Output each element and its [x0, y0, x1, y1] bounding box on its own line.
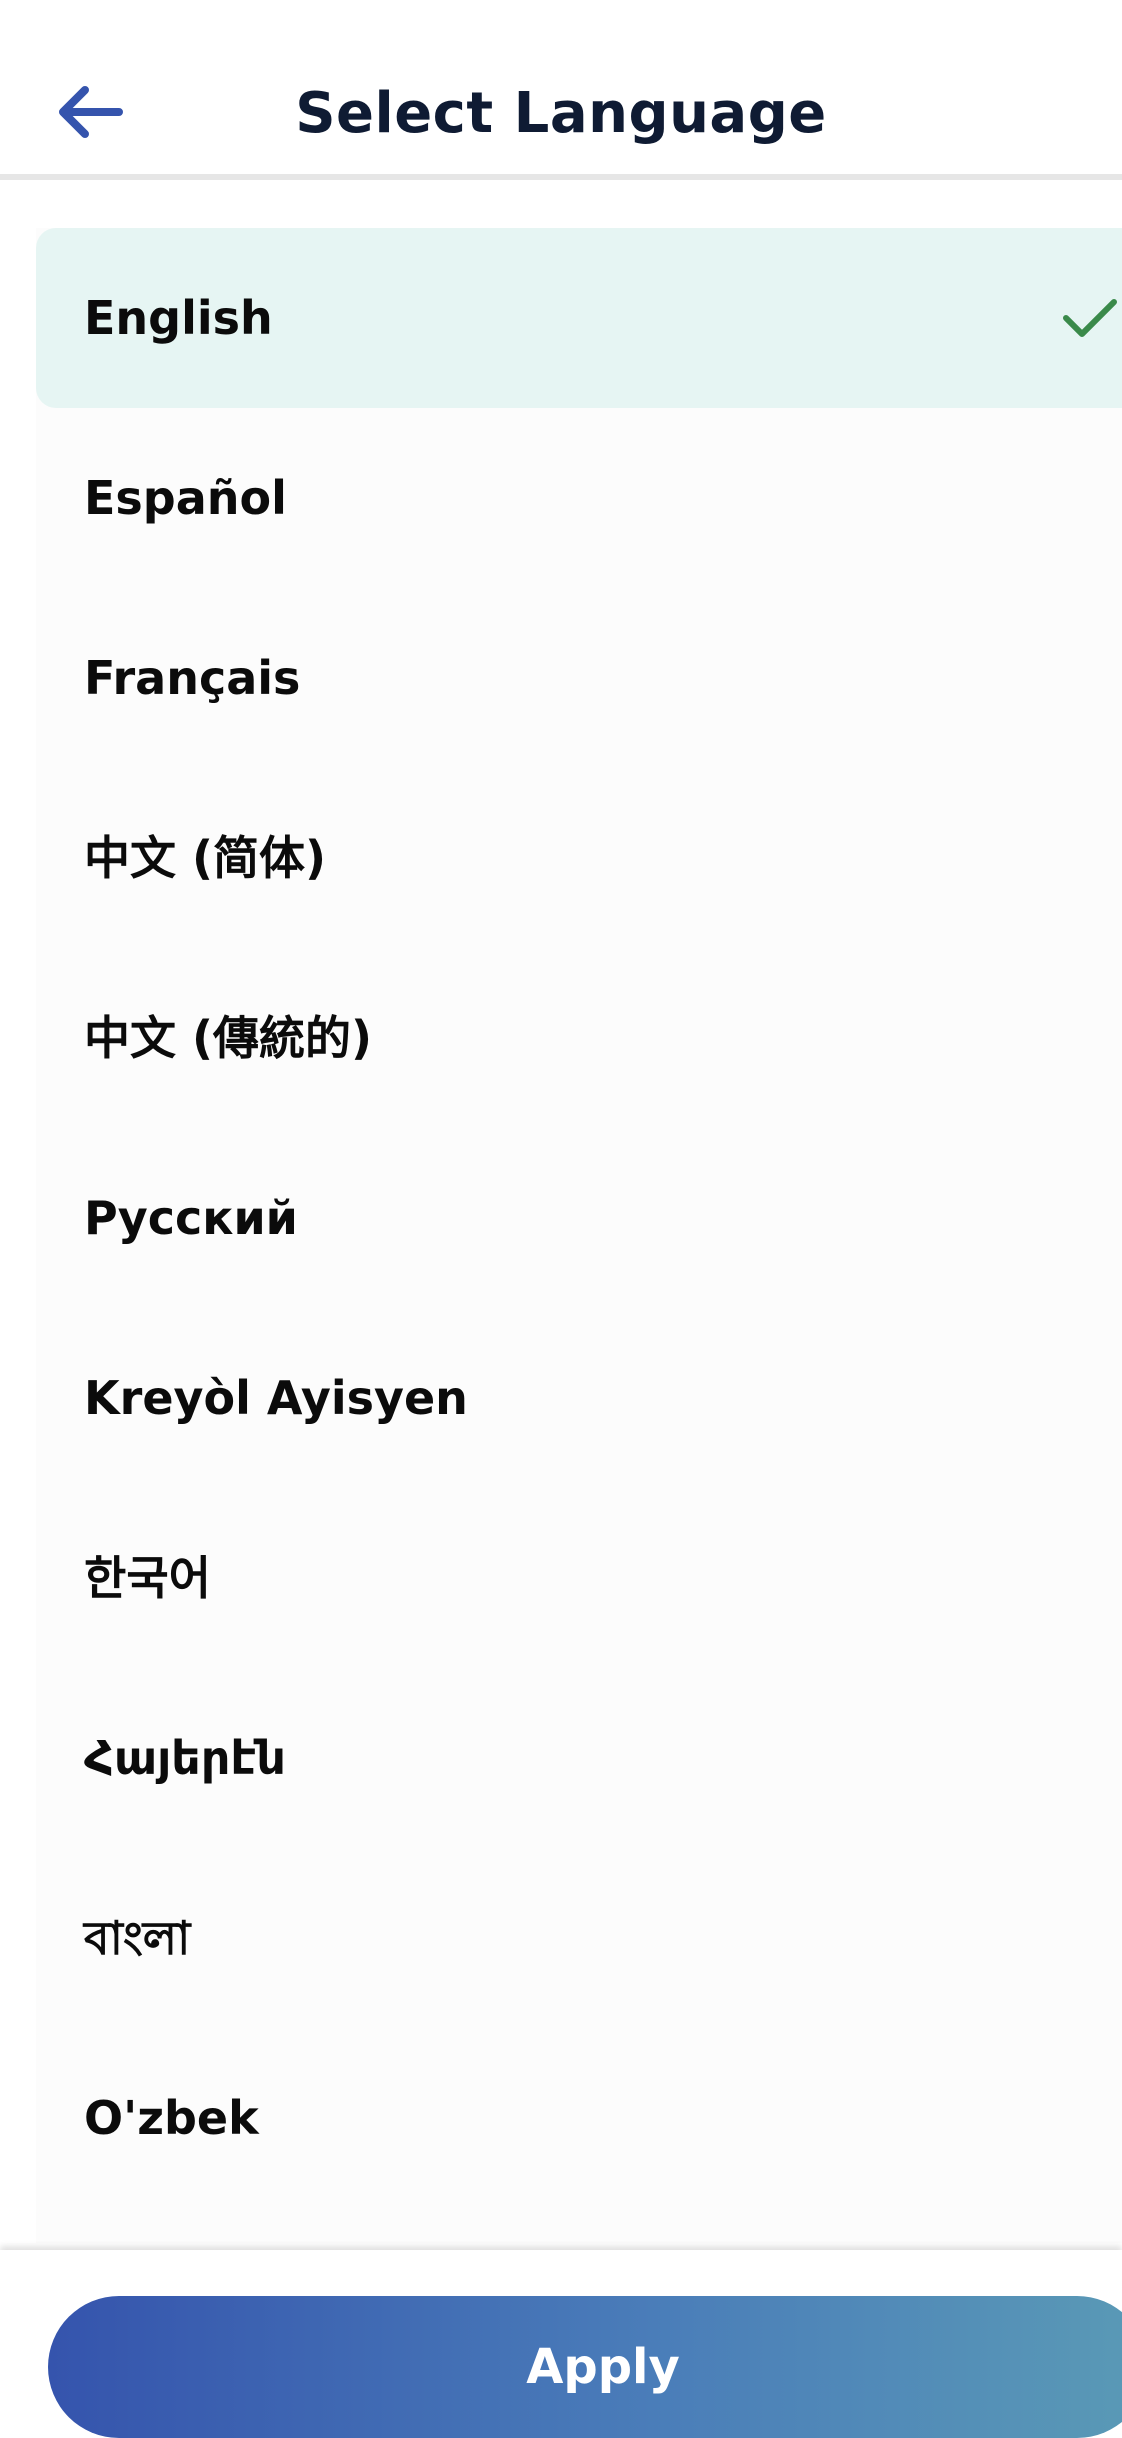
language-option[interactable]: 中文 (傳統的) [36, 948, 1122, 1128]
apply-button[interactable]: Apply [48, 2296, 1122, 2438]
language-list: English Español Français 中文 (简体) 中文 (傳統的) Рус… [36, 228, 1122, 2243]
language-option-label: 한국어 [84, 1551, 211, 1605]
language-option-label: Français [84, 651, 301, 705]
language-option-label: English [84, 291, 273, 345]
language-option[interactable]: Հայերէն [36, 1668, 1122, 1848]
language-option[interactable]: 한국어 [36, 1488, 1122, 1668]
language-option[interactable]: Español [36, 408, 1122, 588]
language-option[interactable]: English [36, 228, 1122, 408]
language-option[interactable]: O'zbek [36, 2028, 1122, 2208]
language-option[interactable]: বাংলা [36, 1848, 1122, 2028]
checkmark-icon [1063, 299, 1117, 337]
language-option-label: Kreyòl Ayisyen [84, 1371, 468, 1425]
page-title: Select Language [295, 81, 827, 146]
language-option-label: 中文 (傳統的) [84, 1011, 373, 1065]
language-option-label: Русский [84, 1191, 298, 1245]
header-bar: Select Language [0, 0, 1122, 180]
language-option[interactable]: 中文 (简体) [36, 768, 1122, 948]
language-option[interactable]: Русский [36, 1128, 1122, 1308]
language-option-label: বাংলা [84, 1911, 191, 1965]
language-option-label: Հայերէն [84, 1731, 286, 1785]
language-option-label: Español [84, 471, 287, 525]
apply-button-label: Apply [526, 2339, 680, 2395]
language-option[interactable]: Français [36, 588, 1122, 768]
language-option[interactable]: Kreyòl Ayisyen [36, 1308, 1122, 1488]
language-screen: Select Language English Español Français 中文… [0, 0, 1122, 2438]
footer-bar: Apply [0, 2250, 1122, 2438]
language-option-label: 中文 (简体) [84, 831, 327, 885]
language-option-label: O'zbek [84, 2091, 259, 2145]
